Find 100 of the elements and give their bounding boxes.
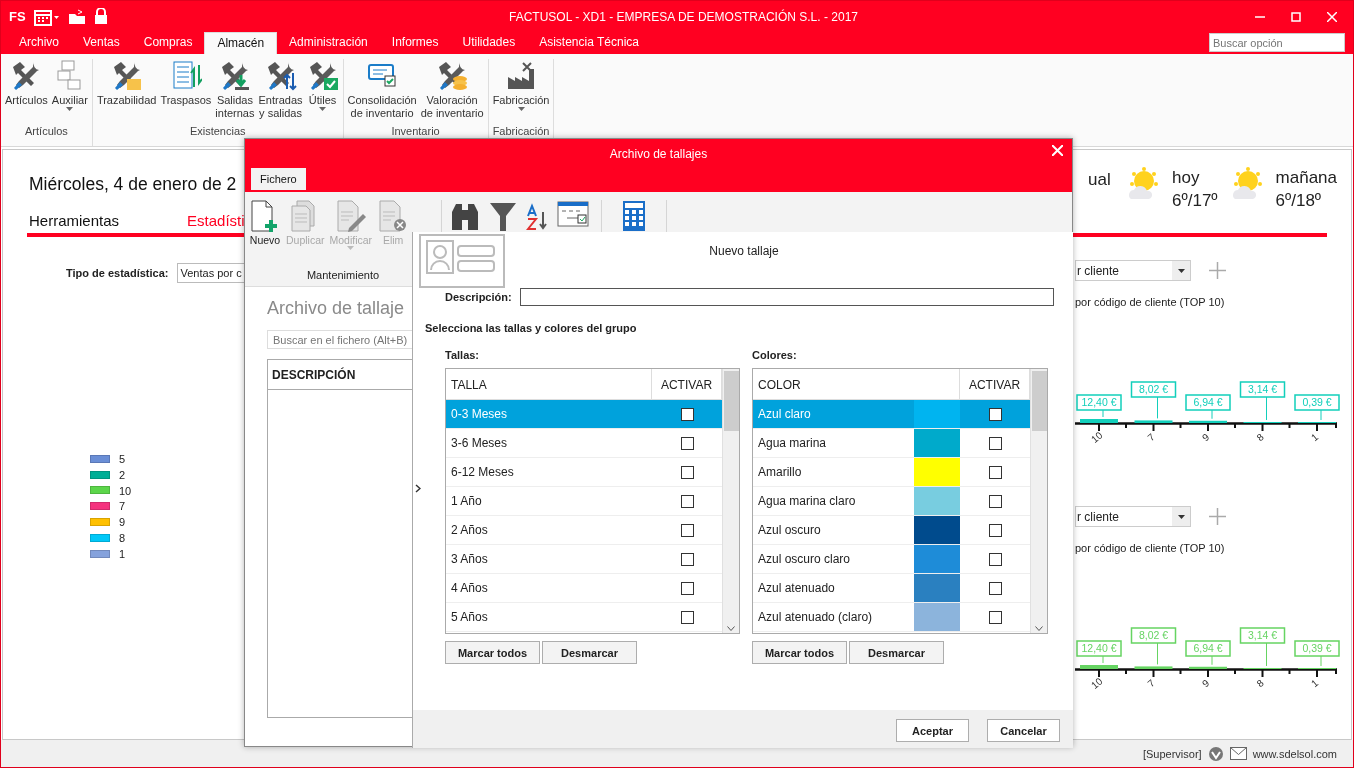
list-row[interactable]: Azul atenuado	[753, 574, 1030, 603]
list-row[interactable]: Amarillo	[753, 458, 1030, 487]
menu-tab[interactable]: Asistencia Técnica	[527, 32, 651, 54]
close-icon[interactable]	[1327, 11, 1337, 22]
dialog-button[interactable]: Aceptar	[896, 719, 969, 742]
data-label: 6,94 €	[1193, 396, 1223, 408]
filter-icon[interactable]	[489, 200, 517, 232]
checkbox[interactable]	[680, 523, 694, 537]
group-label: Inventario	[391, 125, 440, 139]
caret-icon	[1178, 514, 1185, 519]
row-name: 2 Años	[450, 523, 489, 537]
ribbon-button[interactable]: Útiles	[305, 59, 340, 125]
list-row[interactable]: 4 Años	[446, 574, 722, 603]
checkbox[interactable]	[988, 610, 1002, 624]
checkbox[interactable]	[988, 436, 1002, 450]
close-icon[interactable]	[1052, 145, 1063, 156]
legend-label: 10	[119, 484, 132, 497]
checkbox[interactable]	[988, 581, 1002, 595]
checkbox[interactable]	[988, 407, 1002, 421]
list-row[interactable]: Azul oscuro claro	[753, 545, 1030, 574]
axis-label: 7	[1145, 677, 1157, 690]
search-field[interactable]: Buscar opción	[1209, 33, 1345, 52]
chart-select[interactable]: r cliente	[1075, 506, 1191, 527]
list-button[interactable]: Desmarcar	[542, 641, 637, 664]
checkbox[interactable]	[680, 552, 694, 566]
website-link[interactable]: www.sdelsol.com	[1252, 747, 1337, 760]
list-button[interactable]: Marcar todos	[752, 641, 847, 664]
group-label: Existencias	[189, 125, 246, 139]
dashboard-tab[interactable]: Herramientas	[29, 212, 120, 229]
list-row[interactable]: Agua marina	[753, 429, 1030, 458]
ribbon-button[interactable]: Auxiliar	[50, 59, 89, 125]
list-row[interactable]: Azul atenuado (claro)	[753, 603, 1030, 632]
ribbon-button[interactable]: Salidas internas	[214, 59, 256, 125]
chevron-icon[interactable]	[415, 484, 421, 493]
list-row[interactable]: Azul oscuro	[753, 516, 1030, 545]
menu-tab[interactable]: Archivo	[7, 32, 71, 54]
ribbon-button[interactable]: Fabricación	[491, 59, 551, 125]
row-name: Azul oscuro	[757, 523, 822, 537]
checkbox[interactable]	[680, 465, 694, 479]
menu-tab[interactable]: Administración	[277, 32, 380, 54]
lock-icon[interactable]	[93, 8, 108, 25]
legend-label: 8	[119, 531, 126, 544]
description-field[interactable]	[519, 288, 1054, 306]
menu-tab[interactable]: Informes	[379, 32, 451, 54]
folder-icon[interactable]	[67, 8, 86, 25]
dialog-button[interactable]: Cancelar	[987, 719, 1060, 742]
legend-label: 2	[119, 468, 126, 481]
list-row[interactable]: 6-12 Meses	[446, 458, 722, 487]
list-button[interactable]: Desmarcar	[849, 641, 944, 664]
row-name: 3-6 Meses	[450, 436, 509, 450]
list-row[interactable]: Agua marina claro	[753, 487, 1030, 516]
columns-icon[interactable]	[557, 200, 589, 230]
list-button[interactable]: Marcar todos	[445, 641, 540, 664]
checkbox[interactable]	[680, 610, 694, 624]
column-header[interactable]: COLOR	[753, 369, 960, 399]
ribbon-button[interactable]: Consolidación de inventario	[346, 59, 418, 125]
field-label: Tipo de estadística:	[66, 267, 169, 279]
menu-tab[interactable]: Ventas	[71, 32, 132, 54]
list-row[interactable]: 5 Años	[446, 603, 722, 632]
checkbox[interactable]	[680, 407, 694, 421]
checkbox[interactable]	[988, 552, 1002, 566]
menu-tab[interactable]: Almacén	[204, 32, 278, 54]
calendar-icon[interactable]	[33, 7, 60, 26]
chart-select[interactable]: r cliente	[1075, 260, 1191, 281]
checkbox[interactable]	[680, 494, 694, 508]
list-row[interactable]: 2 Años	[446, 516, 722, 545]
dashboard-tab[interactable]: Estadísti	[187, 212, 245, 229]
search-field[interactable]: Buscar en el fichero (Alt+B)	[267, 330, 413, 349]
data-label: 8,02 €	[1138, 629, 1169, 641]
data-label: 0,39 €	[1302, 642, 1332, 654]
ribbon-button[interactable]: Artículos	[4, 59, 49, 125]
checkbox[interactable]	[988, 494, 1002, 508]
row-name: 1 Año	[450, 494, 483, 508]
toolbar-button[interactable]: Nuevo	[249, 200, 281, 269]
axis-label: 9	[1200, 431, 1212, 444]
scroll-thumb[interactable]	[723, 371, 739, 431]
scrollbar[interactable]	[1030, 369, 1047, 633]
ribbon-button[interactable]: Traspasos	[159, 59, 213, 125]
row-name: Agua marina	[757, 436, 828, 450]
group-label: Fabricación	[492, 125, 550, 139]
maximize-icon[interactable]	[1291, 11, 1301, 22]
scrollbar[interactable]	[722, 369, 739, 633]
list-row[interactable]: 3-6 Meses	[446, 429, 722, 458]
list-row[interactable]: 1 Año	[446, 487, 722, 516]
menu-tab[interactable]: Utilidades	[450, 32, 528, 54]
calculator-icon[interactable]	[622, 200, 646, 232]
checkbox[interactable]	[680, 436, 694, 450]
ribbon-button[interactable]: Trazabilidad	[95, 59, 158, 125]
scroll-thumb[interactable]	[1031, 371, 1047, 431]
ribbon-button[interactable]: Entradas y salidas	[257, 59, 304, 125]
ribbon-button[interactable]: Valoración de inventario	[419, 59, 485, 125]
list-row[interactable]: 3 Años	[446, 545, 722, 574]
ribbon-tab[interactable]: Fichero	[251, 168, 306, 190]
menu-tab[interactable]: Compras	[131, 32, 205, 54]
badge-icon[interactable]	[1207, 745, 1224, 762]
checkbox[interactable]	[988, 523, 1002, 537]
checkbox[interactable]	[988, 465, 1002, 479]
checkbox[interactable]	[680, 581, 694, 595]
column-header[interactable]: TALLA	[446, 369, 652, 399]
mail-icon[interactable]	[1229, 747, 1247, 760]
